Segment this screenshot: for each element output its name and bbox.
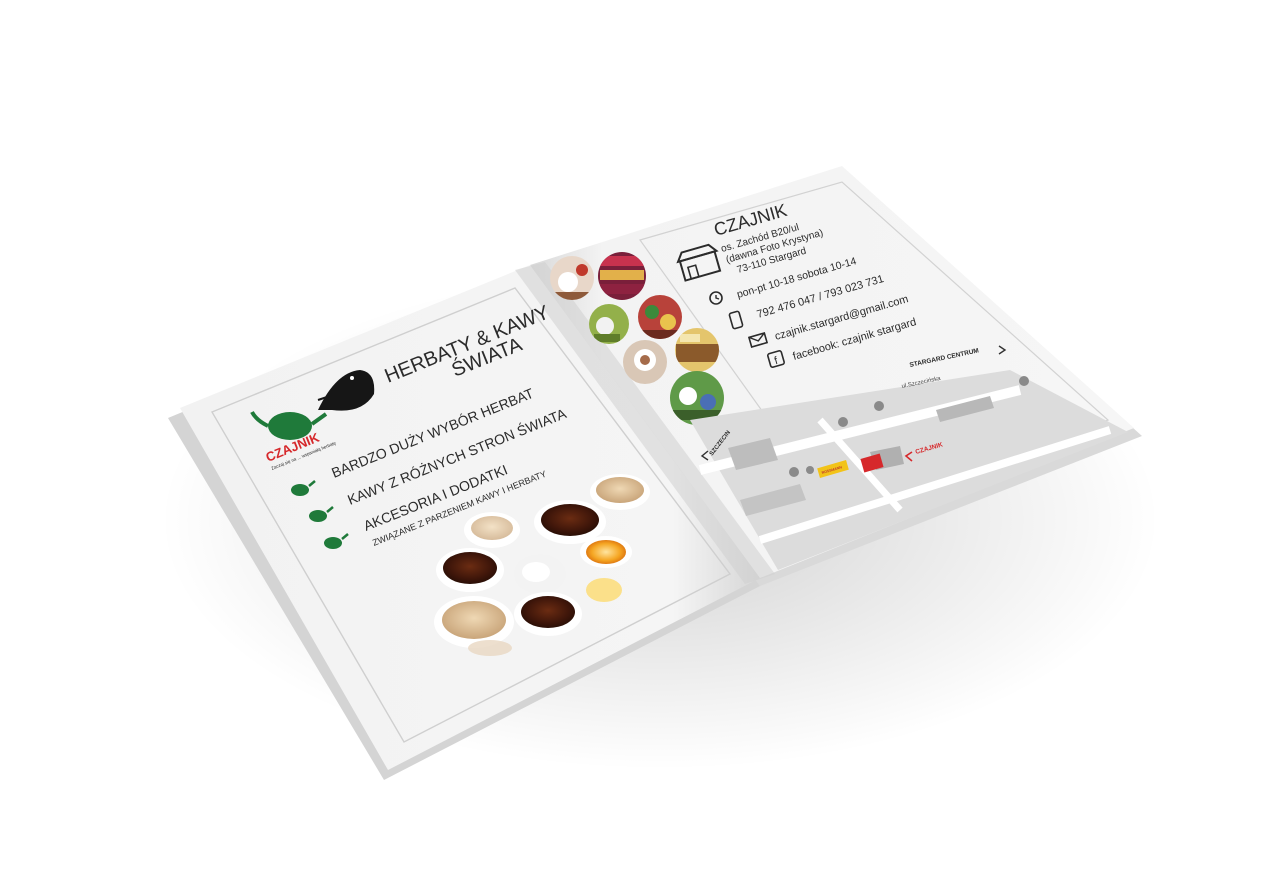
- map-pin-icon: [838, 417, 848, 427]
- map-pin-icon: [1019, 376, 1029, 386]
- map-pin-icon: [874, 401, 884, 411]
- brochure-scene: f CZAJNIK Zaczaj się na ... wspaniałą he…: [160, 166, 1160, 780]
- map-pin-icon: [806, 466, 814, 474]
- map-pin-icon: [789, 467, 799, 477]
